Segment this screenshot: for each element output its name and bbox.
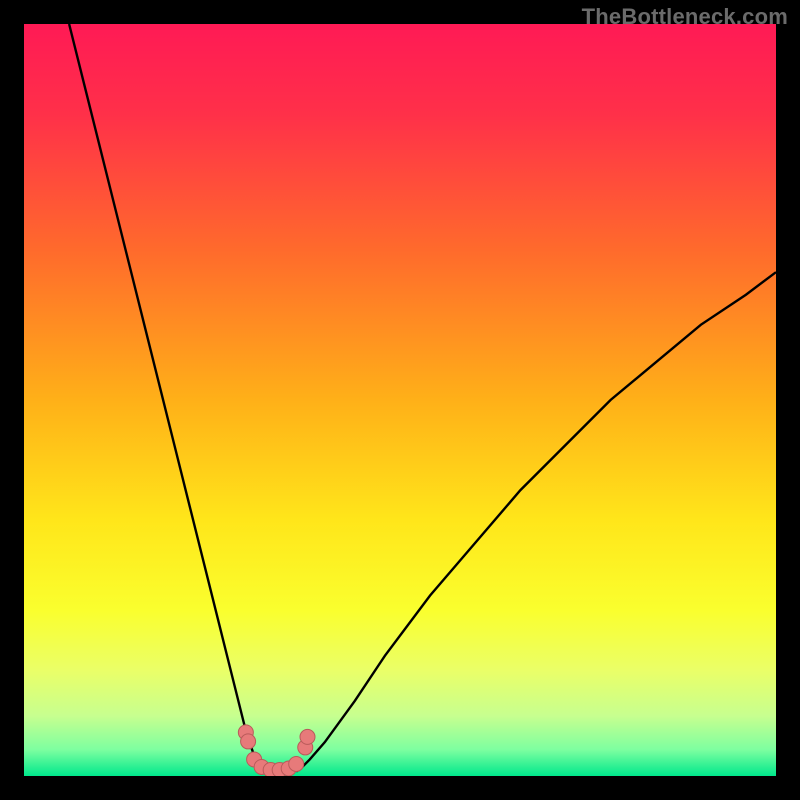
marker-dot [289, 756, 304, 771]
watermark-text: TheBottleneck.com [582, 4, 788, 30]
chart-svg [24, 24, 776, 776]
marker-dot [300, 729, 315, 744]
gradient-background [24, 24, 776, 776]
marker-dot [241, 734, 256, 749]
chart-frame [24, 24, 776, 776]
